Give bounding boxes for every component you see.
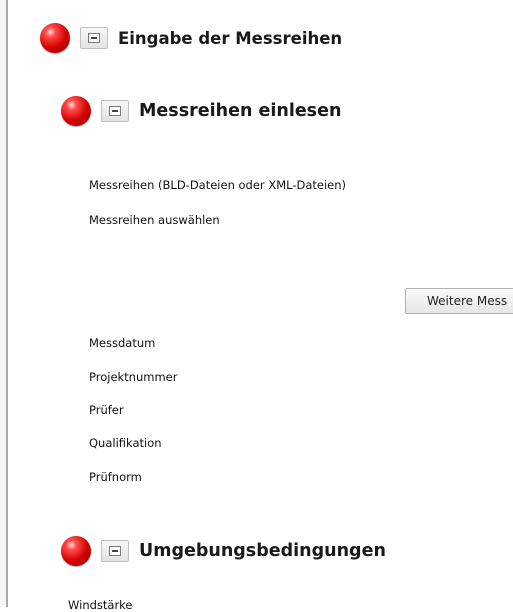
section-title-eingabe: Eingabe der Messreihen — [118, 28, 343, 48]
collapse-button-einlesen[interactable] — [101, 100, 129, 122]
collapse-button-eingabe[interactable] — [80, 27, 108, 49]
section-title-umgebung: Umgebungsbedingungen — [139, 541, 386, 561]
qualifikation-label: Qualifikation — [89, 436, 162, 450]
pruefer-label: Prüfer — [89, 403, 124, 417]
collapse-button-umgebung[interactable] — [101, 540, 129, 562]
weitere-messreihen-button[interactable]: Weitere Mess — [405, 288, 513, 314]
minus-icon — [109, 106, 121, 116]
messreihen-files-label: Messreihen (BLD-Dateien oder XML-Dateien… — [89, 178, 347, 192]
section-header-eingabe: Eingabe der Messreihen — [40, 23, 342, 53]
windstaerke-label: Windstärke — [68, 598, 133, 612]
red-status-dot-icon — [61, 96, 91, 126]
red-status-dot-icon — [61, 536, 91, 566]
section-header-umgebung: Umgebungsbedingungen — [61, 536, 386, 566]
section-header-einlesen: Messreihen einlesen — [61, 96, 341, 126]
section-title-einlesen: Messreihen einlesen — [139, 101, 342, 121]
minus-icon — [109, 546, 121, 556]
projektnummer-label: Projektnummer — [89, 370, 178, 384]
minus-icon — [88, 33, 100, 43]
messdatum-label: Messdatum — [89, 336, 156, 350]
left-panel-border — [0, 0, 8, 607]
messreihen-select-label: Messreihen auswählen — [89, 213, 220, 227]
red-status-dot-icon — [40, 23, 70, 53]
pruefnorm-label: Prüfnorm — [89, 470, 142, 484]
